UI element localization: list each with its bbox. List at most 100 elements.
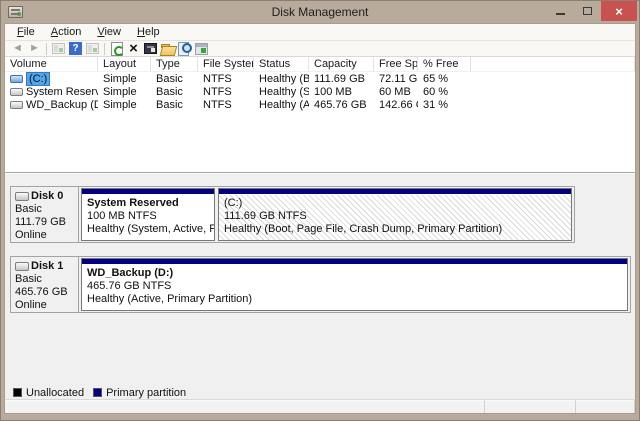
menu-view[interactable]: View [89,24,129,41]
show-console-tree-button[interactable] [50,41,67,56]
volume-name-selected[interactable]: (C:) [26,72,50,86]
column-header-type[interactable]: Type [151,57,198,71]
disk-icon [15,192,29,201]
cell-layout: Simple [98,86,151,98]
drive-icon [10,101,23,109]
disk-size: 111.79 GB [15,216,78,229]
disk-size: 465.76 GB [15,286,78,299]
snap-in-help-button[interactable] [193,41,210,56]
cell-file-system: NTFS [198,99,254,111]
partition-status: Healthy (System, Active, Primary Partiti… [87,223,214,236]
client-area: File Action View Help ◄ ► ? × Volume Lay [4,23,636,414]
partition-c-selected[interactable]: (C:) 111.69 GB NTFS Healthy (Boot, Page … [218,188,572,241]
disk-name: Disk 0 [31,190,63,203]
help-button[interactable]: ? [67,41,84,56]
volume-row-system-reserved[interactable]: System Reserved Simple Basic NTFS Health… [5,85,635,98]
disk-icon [15,262,29,271]
cell-capacity: 111.69 GB [309,73,374,85]
magnifier-icon [178,42,192,55]
column-header-volume[interactable]: Volume [5,57,98,71]
volume-list: Volume Layout Type File System Status Ca… [5,57,635,173]
menu-help[interactable]: Help [129,24,168,41]
cell-type: Basic [151,73,198,85]
titlebar[interactable]: Disk Management × [1,1,639,23]
cell-type: Basic [151,86,198,98]
partition-name: (C:) [224,197,571,210]
partition-system-reserved[interactable]: System Reserved 100 MB NTFS Healthy (Sys… [81,188,215,241]
close-button[interactable]: × [601,1,637,21]
column-header-status[interactable]: Status [254,57,309,71]
disk-type: Basic [15,273,78,286]
volume-name: WD_Backup (D:) [26,99,98,111]
column-header-file-system[interactable]: File System [198,57,254,71]
back-button[interactable]: ◄ [9,41,26,56]
view-button[interactable] [176,41,193,56]
partition-status: Healthy (Active, Primary Partition) [87,293,627,306]
forward-button[interactable]: ► [26,41,43,56]
disk-0-header[interactable]: Disk 0 Basic 111.79 GB Online [11,187,79,242]
status-bar [5,399,635,413]
volume-row-c[interactable]: (C:) Simple Basic NTFS Healthy (B... 111… [5,72,635,85]
cell-layout: Simple [98,73,151,85]
cell-capacity: 100 MB [309,86,374,98]
action-pane-icon [86,43,99,54]
drive-icon [10,88,23,96]
volume-name: System Reserved [26,86,98,98]
cell-pct-free: 31 % [418,99,471,111]
primary-partition-swatch [93,388,102,397]
maximize-button[interactable] [574,1,601,21]
toolbar-separator [46,43,47,55]
cell-status: Healthy (S... [254,86,309,98]
minimize-button[interactable] [547,1,574,21]
cell-status: Healthy (A... [254,99,309,111]
cell-layout: Simple [98,99,151,111]
cell-free-space: 60 MB [374,86,418,98]
disk-0-partitions: System Reserved 100 MB NTFS Healthy (Sys… [79,187,574,242]
partition-status: Healthy (Boot, Page File, Crash Dump, Pr… [224,223,571,236]
unallocated-label: Unallocated [26,387,84,399]
delete-button[interactable]: × [125,41,142,56]
status-pane [576,400,635,413]
disk-type: Basic [15,203,78,216]
volume-row-wd-backup[interactable]: WD_Backup (D:) Simple Basic NTFS Healthy… [5,98,635,111]
graphical-view: Disk 0 Basic 111.79 GB Online System Res… [5,173,635,385]
snap-in-icon [195,43,208,55]
console-tree-icon [52,43,65,54]
properties-button[interactable] [142,41,159,56]
partition-wd-backup[interactable]: WD_Backup (D:) 465.76 GB NTFS Healthy (A… [81,258,628,311]
disk-status: Online [15,299,78,312]
cell-free-space: 142.66 GB [374,99,418,111]
partition-size: 100 MB NTFS [87,210,214,223]
unallocated-swatch [13,388,22,397]
cell-status: Healthy (B... [254,73,309,85]
help-icon: ? [69,42,82,55]
window-title: Disk Management [1,1,639,23]
open-folder-icon [161,44,175,54]
toolbar-separator [104,43,105,55]
show-action-pane-button[interactable] [84,41,101,56]
drive-icon [10,75,23,83]
cell-file-system: NTFS [198,86,254,98]
status-pane [5,400,485,413]
column-header-free-space[interactable]: Free Spa... [374,57,418,71]
column-header-layout[interactable]: Layout [98,57,151,71]
disk-name: Disk 1 [31,260,63,273]
column-header-pct-free[interactable]: % Free [418,57,471,71]
disk-1-partitions: WD_Backup (D:) 465.76 GB NTFS Healthy (A… [79,257,630,312]
refresh-button[interactable] [108,41,125,56]
cell-file-system: NTFS [198,73,254,85]
forward-arrow-icon: ► [29,41,40,56]
cell-type: Basic [151,99,198,111]
menu-file[interactable]: File [9,24,43,41]
open-button[interactable] [159,41,176,56]
disk-management-window: Disk Management × File Action View Help … [0,0,640,421]
delete-x-icon: × [129,42,138,56]
column-header-capacity[interactable]: Capacity [309,57,374,71]
menu-action[interactable]: Action [43,24,90,41]
window-controls: × [547,1,637,21]
disk-status: Online [15,229,78,242]
cell-capacity: 465.76 GB [309,99,374,111]
minimize-icon [556,13,565,15]
partition-name: WD_Backup (D:) [87,267,627,280]
disk-1-header[interactable]: Disk 1 Basic 465.76 GB Online [11,257,79,312]
